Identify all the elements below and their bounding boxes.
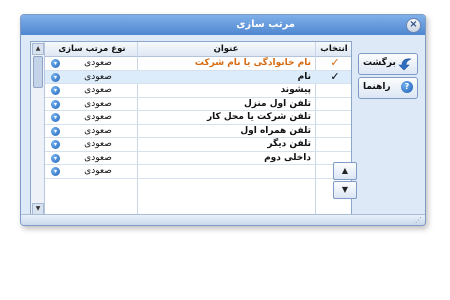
sort-type-cell[interactable]: صعودی (63, 125, 133, 137)
vertical-scrollbar[interactable]: ▲ ▼ (31, 42, 45, 216)
table-row[interactable]: ▾ صعودی تلفن دیگر (45, 138, 351, 152)
column-header-sort-type[interactable]: نوع مرتب سازی (49, 42, 135, 56)
table-row[interactable]: ▾ صعودی پیشوند (45, 84, 351, 98)
sort-dropdown-icon[interactable]: ▾ (51, 99, 60, 109)
resize-grip-icon[interactable]: ⋰ (415, 216, 422, 224)
arrow-down-icon: ▼ (341, 185, 349, 194)
table-row[interactable]: ▾ صعودی تلفن اول منزل (45, 98, 351, 111)
back-button[interactable]: برگشت (358, 53, 418, 75)
field-title-cell: نام خانوادگی یا نام شرکت (194, 58, 311, 68)
move-down-button[interactable]: ▼ (333, 181, 357, 199)
scroll-up-arrow-icon[interactable]: ▲ (32, 43, 44, 55)
sort-type-cell[interactable]: صعودی (63, 84, 133, 96)
table-row[interactable]: ▾ صعودی تلفن شرکت یا محل کار (45, 111, 351, 125)
sort-dropdown-icon[interactable]: ▾ (51, 140, 60, 149)
field-title-cell: تلفن شرکت یا محل کار (206, 112, 311, 122)
field-title-cell: داخلی دوم (264, 152, 311, 163)
sort-dropdown-icon[interactable]: ▾ (51, 59, 60, 68)
select-checkbox[interactable] (321, 111, 349, 123)
close-button[interactable]: × (406, 18, 421, 33)
field-title-cell: پیشوند (280, 85, 311, 95)
sort-type-cell[interactable]: صعودی (63, 57, 133, 69)
sort-dropdown-icon[interactable]: ▾ (51, 153, 60, 163)
select-checkbox[interactable] (321, 84, 349, 96)
move-up-button[interactable]: ▲ (333, 162, 357, 180)
sort-type-cell[interactable]: صعودی (63, 152, 133, 164)
help-icon: ? (401, 81, 413, 93)
sort-type-cell[interactable]: صعودی (63, 71, 133, 83)
help-button[interactable]: راهنما ? (358, 77, 418, 99)
sort-dialog: مرتب سازی × ▲ ▼ نوع مرتب سازی عنوان انتخ… (20, 14, 426, 226)
field-title-cell: نام (297, 71, 311, 82)
select-checkbox[interactable] (321, 138, 349, 150)
table-row[interactable]: ▾ صعودی (45, 165, 351, 179)
sort-dropdown-icon[interactable]: ▾ (51, 167, 60, 176)
table-row[interactable]: ▾ صعودی نام خانوادگی یا نام شرکت ✓ (45, 57, 351, 71)
scroll-thumb[interactable] (33, 56, 43, 88)
sort-type-cell[interactable]: صعودی (63, 165, 133, 177)
field-title-cell: تلفن همراه اول (240, 125, 311, 136)
back-arrow-icon (398, 58, 412, 71)
sort-dropdown-icon[interactable]: ▾ (51, 113, 60, 122)
arrow-up-icon: ▲ (341, 166, 349, 175)
status-bar: ⋰ (21, 214, 425, 225)
back-button-label: برگشت (363, 58, 396, 68)
sort-dropdown-icon[interactable]: ▾ (51, 72, 60, 82)
sort-type-cell[interactable]: صعودی (63, 138, 133, 150)
sort-dropdown-icon[interactable]: ▾ (51, 86, 60, 95)
table-row[interactable]: ▾ صعودی داخلی دوم (45, 152, 351, 165)
grid-header: نوع مرتب سازی عنوان انتخاب (45, 42, 351, 57)
field-title-cell (141, 165, 311, 177)
close-icon: × (409, 19, 418, 30)
sort-type-cell[interactable]: صعودی (63, 98, 133, 110)
field-title-cell: تلفن دیگر (267, 139, 311, 149)
select-checkbox[interactable] (321, 98, 349, 110)
window-title: مرتب سازی (236, 19, 295, 30)
table-row[interactable]: ▾ صعودی نام ✓ (45, 70, 351, 84)
column-header-title[interactable]: عنوان (141, 42, 311, 56)
field-title-cell: تلفن اول منزل (243, 98, 311, 109)
select-checkmark-icon[interactable]: ✓ (321, 57, 349, 69)
sort-dropdown-icon[interactable]: ▾ (51, 126, 60, 136)
sort-type-cell[interactable]: صعودی (63, 111, 133, 123)
select-checkbox[interactable] (321, 125, 349, 137)
title-bar: مرتب سازی × (21, 15, 425, 35)
table-row[interactable]: ▾ صعودی تلفن همراه اول (45, 125, 351, 138)
sort-fields-grid: ▲ ▼ نوع مرتب سازی عنوان انتخاب ▾ صعودی ن… (30, 41, 352, 217)
help-button-label: راهنما (363, 82, 391, 92)
column-header-select[interactable]: انتخاب (317, 42, 351, 56)
select-checkmark-icon[interactable]: ✓ (321, 70, 349, 83)
